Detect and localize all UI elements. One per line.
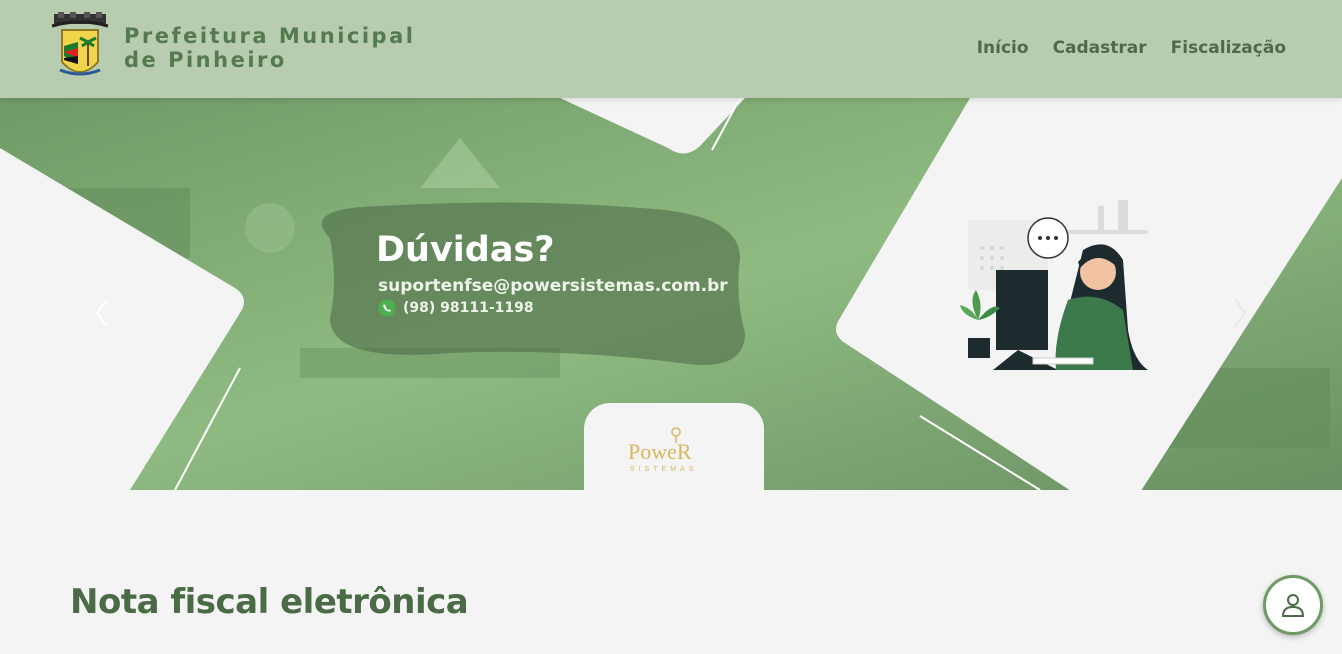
main-nav: Início Cadastrar Fiscalização [977, 38, 1286, 58]
user-icon [1281, 594, 1305, 617]
brand-name: Prefeitura Municipal de Pinheiro [124, 24, 415, 72]
support-phone[interactable]: (98) 98111-1198 [378, 299, 534, 317]
site-header: Prefeitura Municipal de Pinheiro Início … [0, 0, 1342, 98]
chevron-left-icon[interactable] [92, 293, 112, 333]
power-logo-tab: PoweR SISTEMAS [584, 403, 764, 490]
section-title: Nota fiscal eletrônica [70, 582, 469, 622]
support-email[interactable]: suportenfse@powersistemas.com.br [378, 276, 728, 296]
power-sistemas-logo: PoweR SISTEMAS [628, 427, 697, 473]
chevron-right-icon[interactable] [1230, 293, 1250, 333]
hero-heading: Dúvidas? [376, 230, 555, 270]
nav-link-fiscalizacao[interactable]: Fiscalização [1171, 38, 1286, 58]
power-logo-text: PoweR [628, 439, 692, 464]
brand-line-1: Prefeitura Municipal [124, 24, 416, 48]
municipal-crest-icon [51, 12, 109, 76]
nav-link-inicio[interactable]: Início [977, 38, 1029, 58]
power-logo-subtext: SISTEMAS [630, 466, 697, 473]
support-phone-number: (98) 98111-1198 [403, 300, 534, 316]
brand[interactable]: Prefeitura Municipal de Pinheiro [50, 12, 415, 84]
user-account-button[interactable] [1263, 575, 1323, 635]
nav-link-cadastrar[interactable]: Cadastrar [1053, 38, 1147, 58]
brand-line-2: de Pinheiro [124, 48, 287, 72]
support-agent-illustration [960, 200, 1148, 370]
whatsapp-icon [378, 299, 396, 317]
